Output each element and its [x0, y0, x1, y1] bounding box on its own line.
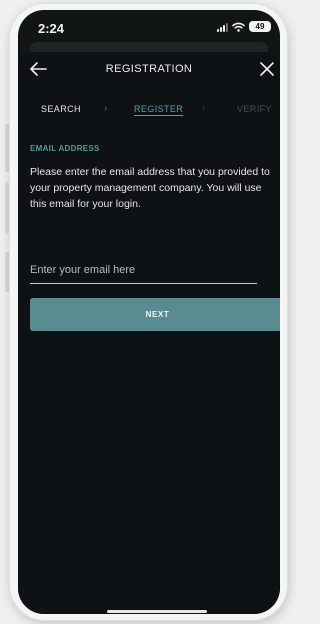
- registration-sheet: REGISTRATION SEARCH › REGISTER › VERIFY …: [18, 52, 280, 614]
- home-indicator[interactable]: [107, 610, 207, 613]
- battery-icon: 49: [249, 21, 271, 32]
- status-indicators: 49: [217, 21, 271, 32]
- phone-screen: 2:24 49 REGISTRATION SEARCH › REGISTER ›…: [18, 10, 280, 614]
- chevron-right-icon: ›: [104, 103, 108, 114]
- signal-icon: [217, 22, 228, 32]
- wifi-icon: [232, 22, 245, 32]
- close-button[interactable]: [256, 58, 278, 80]
- next-button[interactable]: NEXT: [30, 298, 280, 331]
- step-search[interactable]: SEARCH: [41, 104, 81, 114]
- status-time: 2:24: [38, 21, 65, 36]
- email-section-label: EMAIL ADDRESS: [30, 144, 100, 153]
- step-verify: VERIFY: [237, 104, 272, 114]
- chevron-right-icon: ›: [202, 103, 206, 114]
- page-title: REGISTRATION: [105, 63, 193, 75]
- email-instructions: Please enter the email address that you …: [30, 166, 270, 210]
- close-icon: [260, 62, 274, 76]
- step-register[interactable]: REGISTER: [134, 104, 183, 114]
- navigation-bar: REGISTRATION: [18, 52, 280, 86]
- email-field[interactable]: [30, 257, 257, 284]
